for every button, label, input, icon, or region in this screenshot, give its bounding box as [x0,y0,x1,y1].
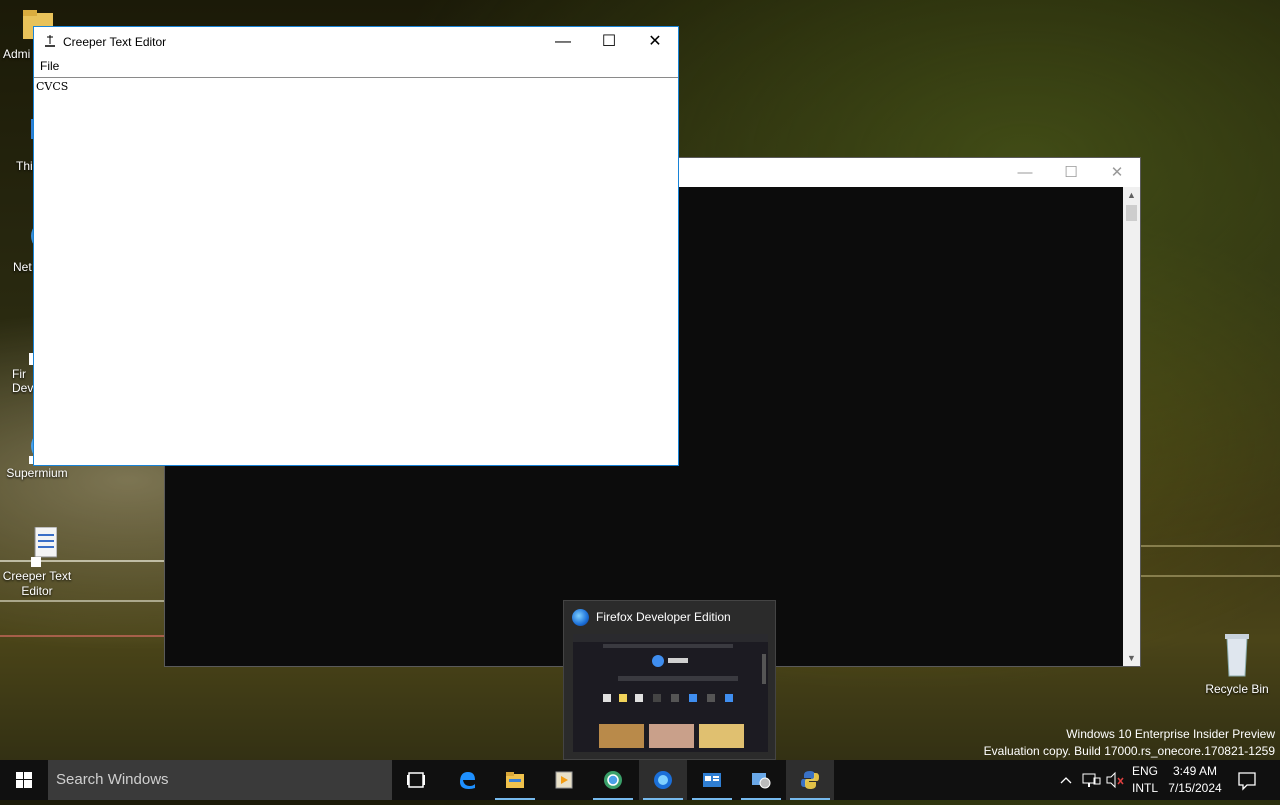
windows-logo-icon [16,772,32,788]
menu-file[interactable]: File [40,59,59,73]
text-editor-window[interactable]: Creeper Text Editor — ☐ ✕ File CVCS [33,26,679,466]
editor-title: Creeper Text Editor [63,35,167,49]
taskbar-python[interactable] [786,760,834,800]
preview-thumbnail-image [573,634,768,748]
edge-icon [460,772,475,789]
app-window-icon [703,773,721,787]
start-button[interactable] [0,760,48,800]
maximize-button[interactable]: ☐ [586,27,632,57]
wallpaper-streak [0,600,164,602]
close-button[interactable]: ✕ [632,27,678,57]
tray-clock[interactable]: 3:49 AM 7/15/2024 [1164,760,1226,803]
text-editor-shortcut-icon [17,526,58,567]
editor-titlebar[interactable]: Creeper Text Editor — ☐ ✕ [34,27,678,57]
clock-time: 3:49 AM [1172,764,1218,778]
preview-thumbnail[interactable] [573,634,768,752]
taskbar-file-explorer[interactable] [491,760,539,800]
taskbar-task-view[interactable] [392,760,440,800]
chevron-up-icon [1060,777,1072,784]
feather-icon [45,35,55,47]
scrollbar-thumb[interactable] [1126,205,1137,221]
watermark-line2: Evaluation copy. Build 17000.rs_onecore.… [983,744,1275,758]
os-watermark: Windows 10 Enterprise Insider Preview Ev… [984,726,1275,760]
tray-action-center[interactable] [1232,760,1262,800]
wallpaper-streak [0,635,164,637]
volume-muted-icon [1106,771,1124,789]
taskbar-media-player[interactable] [540,760,588,800]
scroll-down-icon[interactable]: ▼ [1123,650,1140,666]
tray-volume[interactable] [1104,760,1126,800]
search-box[interactable]: Search Windows [48,760,392,800]
scroll-up-icon[interactable]: ▲ [1123,187,1140,203]
menubar: File [34,57,678,78]
editor-text-area[interactable]: CVCS [36,80,676,463]
desktop-icon-creeper-text-editor[interactable]: Creeper Text Editor [0,526,74,599]
taskbar-supermium[interactable] [589,760,637,800]
tray-show-hidden[interactable] [1056,760,1076,800]
minimize-button[interactable]: — [1002,158,1048,187]
taskbar-firefox-dev[interactable] [639,760,687,800]
taskbar: Search Windows ENG INTL 3:49 AM 7/15/202… [0,760,1280,800]
task-view-icon [407,772,425,788]
preview-title: Firefox Developer Edition [596,610,731,624]
media-player-icon [555,771,573,789]
close-button[interactable]: ✕ [1094,158,1140,187]
supermium-icon [604,771,622,789]
taskbar-edge[interactable] [443,760,491,800]
file-explorer-icon [506,772,524,788]
desktop-icon-label: Supermium [6,466,68,480]
tray-network[interactable] [1080,760,1102,800]
firefox-preview-popup[interactable]: Firefox Developer Edition [563,600,776,760]
watermark-line1: Windows 10 Enterprise Insider Preview [1066,727,1275,741]
firefox-dev-icon [654,771,672,789]
recycle-bin-icon [1217,630,1257,677]
keyboard-layout-label: INTL [1131,781,1158,795]
python-icon [801,771,819,789]
firefox-dev-icon [572,609,589,626]
network-icon [1082,773,1101,787]
language-label: ENG [1131,764,1158,778]
desktop-icon-label: Creeper Text Editor [2,569,72,598]
tray-language[interactable]: ENG INTL [1128,760,1162,803]
system-settings-icon [752,773,771,789]
maximize-button[interactable]: ☐ [1048,158,1094,187]
notification-icon [1238,772,1256,791]
taskbar-app-window[interactable] [688,760,736,800]
taskbar-system-settings[interactable] [737,760,785,800]
clock-date: 7/15/2024 [1168,781,1222,795]
desktop-icon-recycle-bin[interactable]: Recycle Bin [1200,630,1274,696]
console-scrollbar[interactable]: ▲ ▼ [1123,187,1140,666]
minimize-button[interactable]: — [540,27,586,57]
